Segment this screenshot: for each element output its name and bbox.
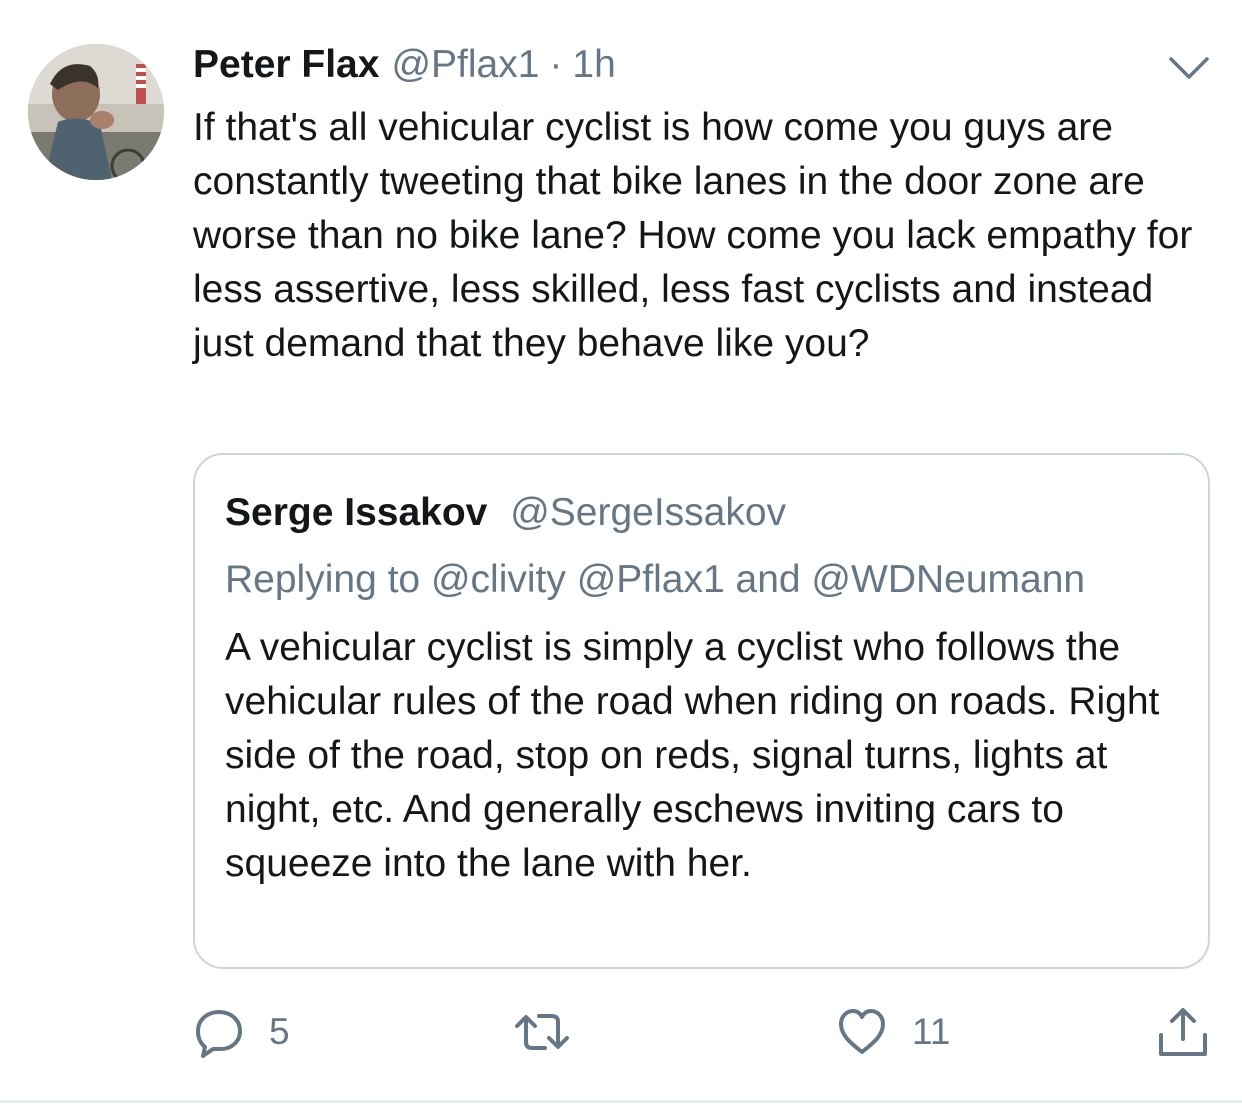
share-icon [1159, 1008, 1207, 1056]
quoted-tweet[interactable]: Serge Issakov @SergeIssakov Replying to … [193, 453, 1210, 969]
tweet[interactable]: Peter Flax @Pflax1 · 1h If that's all ve… [0, 0, 1242, 1103]
timestamp[interactable]: 1h [572, 40, 615, 90]
retweet-button[interactable] [513, 1002, 571, 1062]
reply-button[interactable]: 5 [193, 1002, 290, 1062]
tweet-header: Peter Flax @Pflax1 · 1h [193, 40, 616, 90]
chevron-down-icon[interactable] [1166, 52, 1212, 84]
reply-count: 5 [269, 1011, 290, 1052]
quoted-author-handle: @SergeIssakov [510, 491, 787, 534]
heart-icon [839, 1009, 885, 1054]
share-button[interactable] [1156, 1002, 1210, 1062]
quoted-tweet-text: A vehicular cyclist is simply a cyclist … [225, 626, 1160, 885]
like-button[interactable]: 11 [836, 1002, 950, 1062]
avatar[interactable] [28, 44, 164, 180]
separator-dot: · [549, 43, 563, 86]
avatar-image [28, 44, 164, 180]
replying-to: Replying to @clivity @Pflax1 and @WDNeum… [225, 558, 1086, 601]
quoted-tweet-header: Serge Issakov @SergeIssakov [225, 488, 786, 538]
author-handle[interactable]: @Pflax1 [391, 40, 539, 90]
author-name[interactable]: Peter Flax [193, 40, 379, 90]
retweet-icon [515, 1014, 569, 1050]
like-count: 11 [912, 1011, 951, 1052]
reply-icon [196, 1010, 242, 1058]
quoted-author-name: Serge Issakov [225, 491, 488, 534]
tweet-text: If that's all vehicular cyclist is how c… [193, 106, 1193, 365]
